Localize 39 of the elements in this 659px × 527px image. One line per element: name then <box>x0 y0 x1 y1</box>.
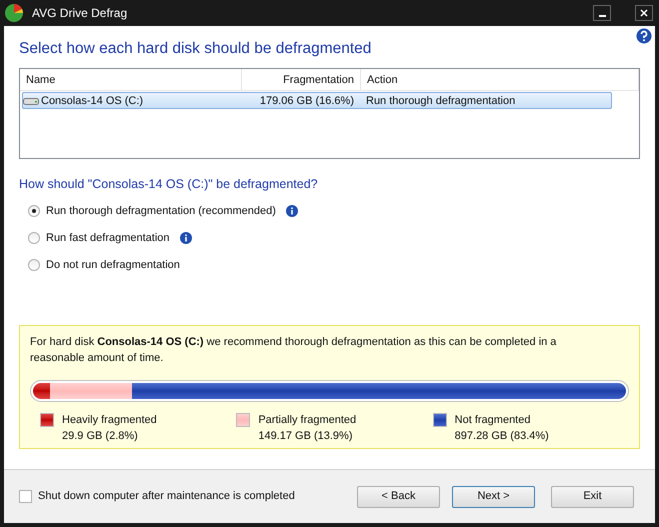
info-icon[interactable] <box>180 232 192 244</box>
drive-icon <box>23 96 39 106</box>
table-row[interactable]: Consolas-14 OS (C:) 179.06 GB (16.6%) Run thorough defragmentation <box>22 92 612 110</box>
table-cell-text: 179.06 GB (16.6%) <box>258 94 355 108</box>
help-icon[interactable] <box>636 28 652 44</box>
question-heading: How should "Consolas-14 OS (C:)" be defragmented? <box>19 176 319 194</box>
wizard-button[interactable]: < Back <box>357 486 440 508</box>
close-icon <box>640 9 648 17</box>
option-label[interactable]: Run fast defragmentation <box>46 230 170 246</box>
legend-label: Heavily fragmented <box>62 413 157 428</box>
column-header[interactable]: Name <box>20 69 242 90</box>
legend-label: Partially fragmented <box>258 413 356 428</box>
radio-button[interactable] <box>28 205 40 217</box>
legend-label: Not fragmented <box>454 413 532 428</box>
legend-swatch <box>432 413 447 427</box>
wizard-button[interactable]: Exit <box>551 486 634 508</box>
option-label[interactable]: Do not run defragmentation <box>46 256 180 274</box>
legend-swatch <box>40 413 54 427</box>
recommendation-text: For hard disk Consolas-14 OS (C:) we recommend thorough defragmentation as this can be completed in a reasonable amount of time. <box>30 335 558 366</box>
column-header[interactable]: Action <box>361 69 639 90</box>
legend-amount: 149.17 GB (13.9%) <box>258 429 354 444</box>
column-header[interactable]: Fragmentation <box>242 69 361 90</box>
table-cell: Consolas-14 OS (C:) <box>23 92 241 109</box>
legend-swatch <box>236 413 250 427</box>
legend-amount: 897.28 GB (83.4%) <box>454 429 549 444</box>
app-logo-icon <box>4 3 24 23</box>
radio-button[interactable] <box>28 259 40 271</box>
radio-button[interactable] <box>28 232 40 244</box>
info-icon[interactable] <box>286 205 298 217</box>
option-label[interactable]: Run thorough defragmentation (recommended) <box>46 202 276 220</box>
window-title: AVG Drive Defrag <box>32 5 128 22</box>
checkbox[interactable] <box>19 490 32 503</box>
wizard-button[interactable]: Next > <box>452 486 535 508</box>
page-heading: Select how each hard disk should be defragmented <box>19 39 372 59</box>
legend-amount: 29.9 GB (2.8%) <box>62 429 139 444</box>
close-button[interactable] <box>635 5 653 21</box>
shutdown-label[interactable]: Shut down computer after maintenance is completed <box>38 488 351 505</box>
table-cell-text: Run thorough defragmentation <box>365 94 516 108</box>
minimize-button[interactable] <box>593 5 611 21</box>
